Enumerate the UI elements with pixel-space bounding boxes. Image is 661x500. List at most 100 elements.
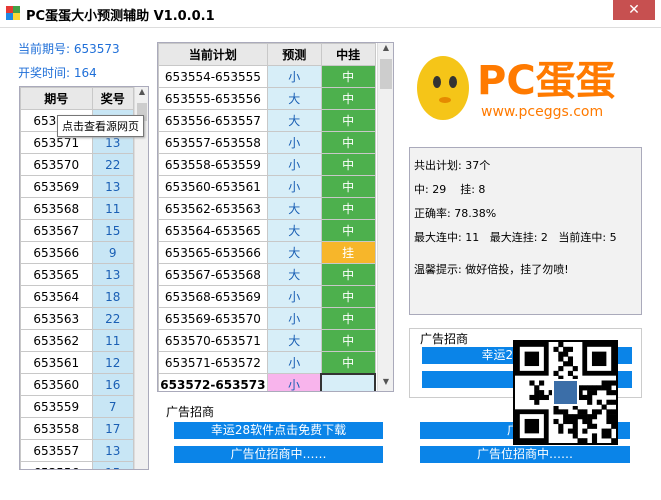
plan-scrollbar[interactable]: ▲ ▼ [377, 43, 393, 391]
plan-range-cell: 653556-653557 [158, 109, 268, 132]
title-bar: PC蛋蛋大小预测辅助 V1.0.0.1 ✕ [0, 0, 661, 28]
table-row[interactable]: 653570 22 [20, 153, 134, 176]
history-number-cell: 22 [91, 307, 134, 330]
history-issue-cell: 653566 [20, 241, 93, 264]
plan-range-cell: 653570-653571 [158, 329, 268, 352]
scroll-thumb[interactable] [380, 59, 392, 89]
plan-pred-cell: 小 [266, 153, 322, 176]
plan-pred-cell: 大 [266, 263, 322, 286]
ad-button-right-recruit-2[interactable]: 广告位招商中…… [420, 446, 630, 463]
plan-pred-cell: 大 [266, 241, 322, 264]
history-number-cell: 18 [91, 285, 134, 308]
plan-range-cell: 653571-653572 [158, 351, 268, 374]
stats-panel: 共出计划: 37个 中: 29 挂: 8 正确率: 78.38% 最大连中: 1… [409, 147, 642, 315]
draw-time-label: 开奖时间: 164 [18, 66, 97, 80]
stat-tip: 温馨提示: 做好倍投，挂了勿喷! [414, 263, 569, 276]
stat-miss: 挂: 8 [460, 183, 486, 196]
plan-result-cell: 中 [320, 329, 376, 352]
table-row[interactable]: 65355615 [20, 461, 134, 469]
scroll-down-icon[interactable]: ▼ [378, 377, 393, 391]
close-icon: ✕ [628, 2, 640, 18]
scroll-up-icon[interactable]: ▲ [378, 43, 393, 57]
pceggs-logo[interactable]: PC蛋蛋 www.pceggs.com [409, 42, 642, 132]
table-row[interactable]: 653562-653563 大中 [158, 197, 376, 220]
stat-total: 共出计划: 37个 [414, 159, 491, 172]
plan-result-cell: 中 [320, 197, 376, 220]
plan-range-cell: 653567-653568 [158, 263, 268, 286]
table-row[interactable]: 653555-653556 大中 [158, 87, 376, 110]
table-row[interactable]: 653570-653571 大中 [158, 329, 376, 352]
history-scrollbar[interactable]: ▲ [134, 87, 148, 469]
ad-button-left-recruit[interactable]: 广告位招商中…… [174, 446, 383, 463]
plan-range-cell: 653568-653569 [158, 285, 268, 308]
table-row[interactable]: 653554-653555 小中 [158, 65, 376, 88]
table-row[interactable]: 653564 18 [20, 285, 134, 308]
history-issue-cell: 653560 [20, 373, 93, 396]
table-row[interactable]: 653565 13 [20, 263, 134, 286]
table-row[interactable]: 653560 16 [20, 373, 134, 396]
table-row[interactable]: 653567-653568 大中 [158, 263, 376, 286]
scroll-up-icon[interactable]: ▲ [135, 87, 148, 101]
logo-url: www.pceggs.com [481, 104, 604, 120]
plan-range-cell: 653560-653561 [158, 175, 268, 198]
table-row[interactable]: 653558-653559 小中 [158, 153, 376, 176]
plan-range-cell: 653554-653555 [158, 65, 268, 88]
table-row[interactable]: 653563 22 [20, 307, 134, 330]
history-issue-cell: 653567 [20, 219, 93, 242]
plan-result-cell [320, 372, 376, 391]
table-row[interactable]: 653557 13 [20, 439, 134, 462]
plan-pred-cell: 小 [266, 65, 322, 88]
close-button[interactable]: ✕ [613, 0, 655, 20]
stat-current-win: 当前连中: 5 [558, 231, 617, 244]
plan-pred-cell: 小 [266, 285, 322, 308]
window-title: PC蛋蛋大小预测辅助 V1.0.0.1 [26, 9, 215, 24]
table-row[interactable]: 653558 17 [20, 417, 134, 440]
plan-range-cell: 653565-653566 [158, 241, 268, 264]
history-issue-cell: 653563 [20, 307, 93, 330]
table-row[interactable]: 653569 13 [20, 175, 134, 198]
plan-range-cell: 653555-653556 [158, 87, 268, 110]
table-row[interactable]: 653565-653566 大挂 [158, 241, 376, 264]
history-issue-cell: 653556 [20, 461, 93, 469]
plan-range-cell: 653558-653559 [158, 153, 268, 176]
plan-pred-cell: 大 [266, 219, 322, 242]
ad-button-download[interactable]: 幸运28软件点击免费下载 [174, 422, 383, 439]
plan-result-cell: 中 [320, 219, 376, 242]
qr-code [513, 340, 618, 445]
table-row[interactable]: 653569-653570 小中 [158, 307, 376, 330]
plan-result-cell: 中 [320, 65, 376, 88]
plan-pred-cell: 大 [266, 87, 322, 110]
table-row[interactable]: 653564-653565 大中 [158, 219, 376, 242]
plan-pred-cell: 大 [266, 197, 322, 220]
table-row[interactable]: 653568-653569 小中 [158, 285, 376, 308]
table-row[interactable]: 653557-653558 小中 [158, 131, 376, 154]
history-panel[interactable]: 期号 奖号 6535721265357113653570226535691365… [19, 86, 149, 470]
history-issue-cell: 653557 [20, 439, 93, 462]
plan-pred-cell: 小 [266, 373, 322, 391]
plan-header-plan: 当前计划 [158, 43, 268, 66]
plan-range-cell: 653557-653558 [158, 131, 268, 154]
table-row[interactable]: 653571-653572 小中 [158, 351, 376, 374]
plan-header-result: 中挂 [320, 43, 376, 66]
table-row[interactable]: 653566 9 [20, 241, 134, 264]
plan-result-cell: 中 [320, 351, 376, 374]
table-row[interactable]: 653568 11 [20, 197, 134, 220]
table-row[interactable]: 653560-653561 小中 [158, 175, 376, 198]
plan-pred-cell: 小 [266, 351, 322, 374]
stat-max-loss: 最大连挂: 2 [489, 231, 548, 244]
table-row[interactable]: 653562 11 [20, 329, 134, 352]
plan-pred-cell: 小 [266, 131, 322, 154]
current-plan-row[interactable]: 653572-653573 小 [158, 372, 376, 391]
history-issue-cell: 653565 [20, 263, 93, 286]
history-number-cell: 15 [91, 219, 134, 242]
table-row[interactable]: 653567 15 [20, 219, 134, 242]
plan-result-cell: 中 [320, 131, 376, 154]
app-icon [6, 6, 20, 20]
right-ad-title: 广告招商 [420, 332, 469, 346]
table-row[interactable]: 653559 7 [20, 395, 134, 418]
plan-panel[interactable]: 当前计划 预测 中挂 653554-653555 小中 653555-653556 大… [157, 42, 394, 392]
table-row[interactable]: 653561 12 [20, 351, 134, 374]
table-row[interactable]: 653556-653557 大中 [158, 109, 376, 132]
current-issue-label: 当前期号: 653573 [18, 42, 120, 56]
plan-range-cell: 653562-653563 [158, 197, 268, 220]
